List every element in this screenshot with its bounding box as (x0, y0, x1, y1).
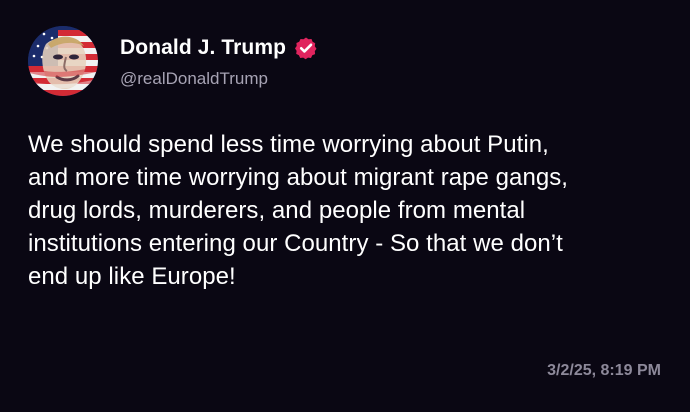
author-identity: Donald J. Trump @realDonaldTrump (120, 33, 318, 89)
profile-avatar-image (28, 26, 98, 96)
post-header: Donald J. Trump @realDonaldTrump (28, 26, 318, 96)
author-name-row: Donald J. Trump (120, 33, 318, 63)
post-body-text: We should spend less time worrying about… (28, 131, 569, 290)
avatar[interactable] (28, 26, 98, 96)
post-card: Donald J. Trump @realDonaldTrump We shou… (0, 0, 690, 412)
verified-badge-icon (294, 36, 318, 60)
post-timestamp[interactable]: 3/2/25, 8:19 PM (547, 362, 661, 380)
author-handle[interactable]: @realDonaldTrump (120, 69, 318, 89)
author-display-name[interactable]: Donald J. Trump (120, 36, 286, 60)
